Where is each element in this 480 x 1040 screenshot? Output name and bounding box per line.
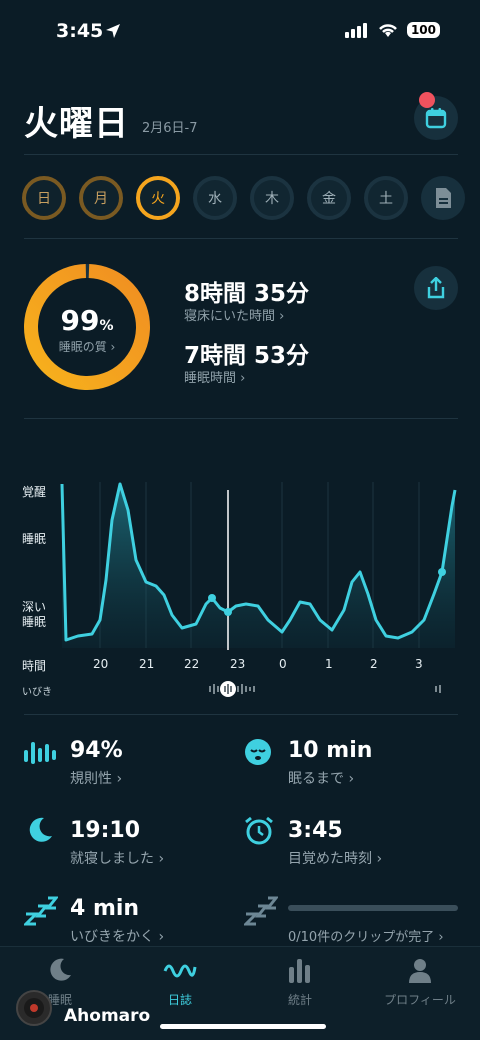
- wave-tab-icon: [163, 964, 197, 978]
- clips-progress-bar: [288, 905, 458, 911]
- page-title: 火曜日: [24, 104, 129, 144]
- asleep-label[interactable]: 睡眠時間 ›: [184, 367, 245, 386]
- x-tick: 20: [93, 657, 109, 671]
- bar-chart-tab-icon: [289, 959, 310, 983]
- share-button[interactable]: [414, 266, 458, 310]
- snore-track: [209, 684, 441, 694]
- snoring-label[interactable]: いびきをかく ›: [70, 926, 164, 946]
- day-sat[interactable]: 土: [364, 176, 408, 220]
- divider: [24, 238, 458, 239]
- day-fri[interactable]: 金: [307, 176, 351, 220]
- regularity-value: 94%: [70, 738, 123, 763]
- x-tick: 3: [415, 657, 423, 671]
- snore-zzz-icon: [22, 896, 60, 930]
- x-tick: 22: [184, 657, 200, 671]
- report-button[interactable]: [421, 176, 465, 220]
- person-tab-icon: [409, 959, 431, 983]
- asleep-value: 7時間 53分: [184, 343, 310, 369]
- x-tick: 21: [139, 657, 155, 671]
- moon-tab-icon: [50, 958, 71, 981]
- quality-label: 睡眠の質 ›: [58, 340, 116, 354]
- x-tick: 1: [325, 657, 333, 671]
- watermark-text: Ahomaro: [64, 1006, 151, 1026]
- tab-stats-label: 統計: [287, 993, 312, 1007]
- divider: [24, 714, 458, 715]
- home-indicator: [160, 1024, 326, 1029]
- quality-value: 99: [60, 304, 100, 337]
- tab-profile[interactable]: プロフィール: [360, 957, 480, 1008]
- sleepy-face-icon: [244, 738, 272, 770]
- signal-icon: [344, 23, 367, 38]
- status-indicators: 100: [344, 22, 440, 38]
- divider: [24, 154, 458, 155]
- bedtime-value: 19:10: [70, 818, 141, 843]
- day-thu[interactable]: 木: [250, 176, 294, 220]
- bedtime-label[interactable]: 就寝しました ›: [70, 848, 164, 868]
- regularity-icon: [24, 738, 58, 770]
- in-bed-value: 8時間 35分: [184, 281, 310, 307]
- location-arrow-icon: [104, 22, 122, 44]
- x-tick: 23: [230, 657, 246, 671]
- divider: [24, 418, 458, 419]
- tab-journal[interactable]: 日誌: [120, 957, 240, 1008]
- battery-indicator: 100: [406, 22, 440, 38]
- tab-stats[interactable]: 統計: [240, 957, 360, 1008]
- day-tue[interactable]: 火: [136, 176, 180, 220]
- clips-zzz-icon: [242, 896, 280, 930]
- document-icon: [436, 188, 451, 208]
- x-tick: 2: [370, 657, 378, 671]
- regularity-label[interactable]: 規則性 ›: [70, 768, 122, 788]
- hypnogram-area: [62, 484, 455, 648]
- week-selector: 日 月 火 水 木 金 土: [22, 176, 465, 220]
- quality-unit: %: [99, 318, 114, 334]
- calendar-icon: [425, 108, 447, 129]
- clips-label[interactable]: 0/10件のクリップが完了 ›: [288, 926, 444, 945]
- status-time: 3:45: [56, 20, 104, 42]
- day-sun[interactable]: 日: [22, 176, 66, 220]
- watermark-avatar: [16, 990, 52, 1026]
- notification-dot: [419, 92, 435, 108]
- snoring-value: 4 min: [70, 896, 140, 921]
- sleep-quality-ring[interactable]: 99% 睡眠の質 ›: [22, 262, 152, 392]
- hypnogram-chart[interactable]: [0, 470, 480, 710]
- alarm-clock-icon: [244, 816, 274, 850]
- x-tick: 0: [279, 657, 287, 671]
- day-wed[interactable]: 水: [193, 176, 237, 220]
- date-range: 2月6日-7: [142, 121, 198, 136]
- in-bed-label[interactable]: 寝床にいた時間 ›: [184, 305, 284, 324]
- moon-icon: [26, 816, 54, 848]
- tab-profile-label: プロフィール: [384, 993, 456, 1007]
- wakeup-value: 3:45: [288, 818, 343, 843]
- wakeup-label[interactable]: 目覚めた時刻 ›: [288, 848, 382, 868]
- day-mon[interactable]: 月: [79, 176, 123, 220]
- fall-asleep-label[interactable]: 眠るまで ›: [288, 768, 354, 788]
- share-icon: [427, 277, 445, 299]
- wifi-icon: [379, 24, 397, 37]
- fall-asleep-value: 10 min: [288, 738, 373, 763]
